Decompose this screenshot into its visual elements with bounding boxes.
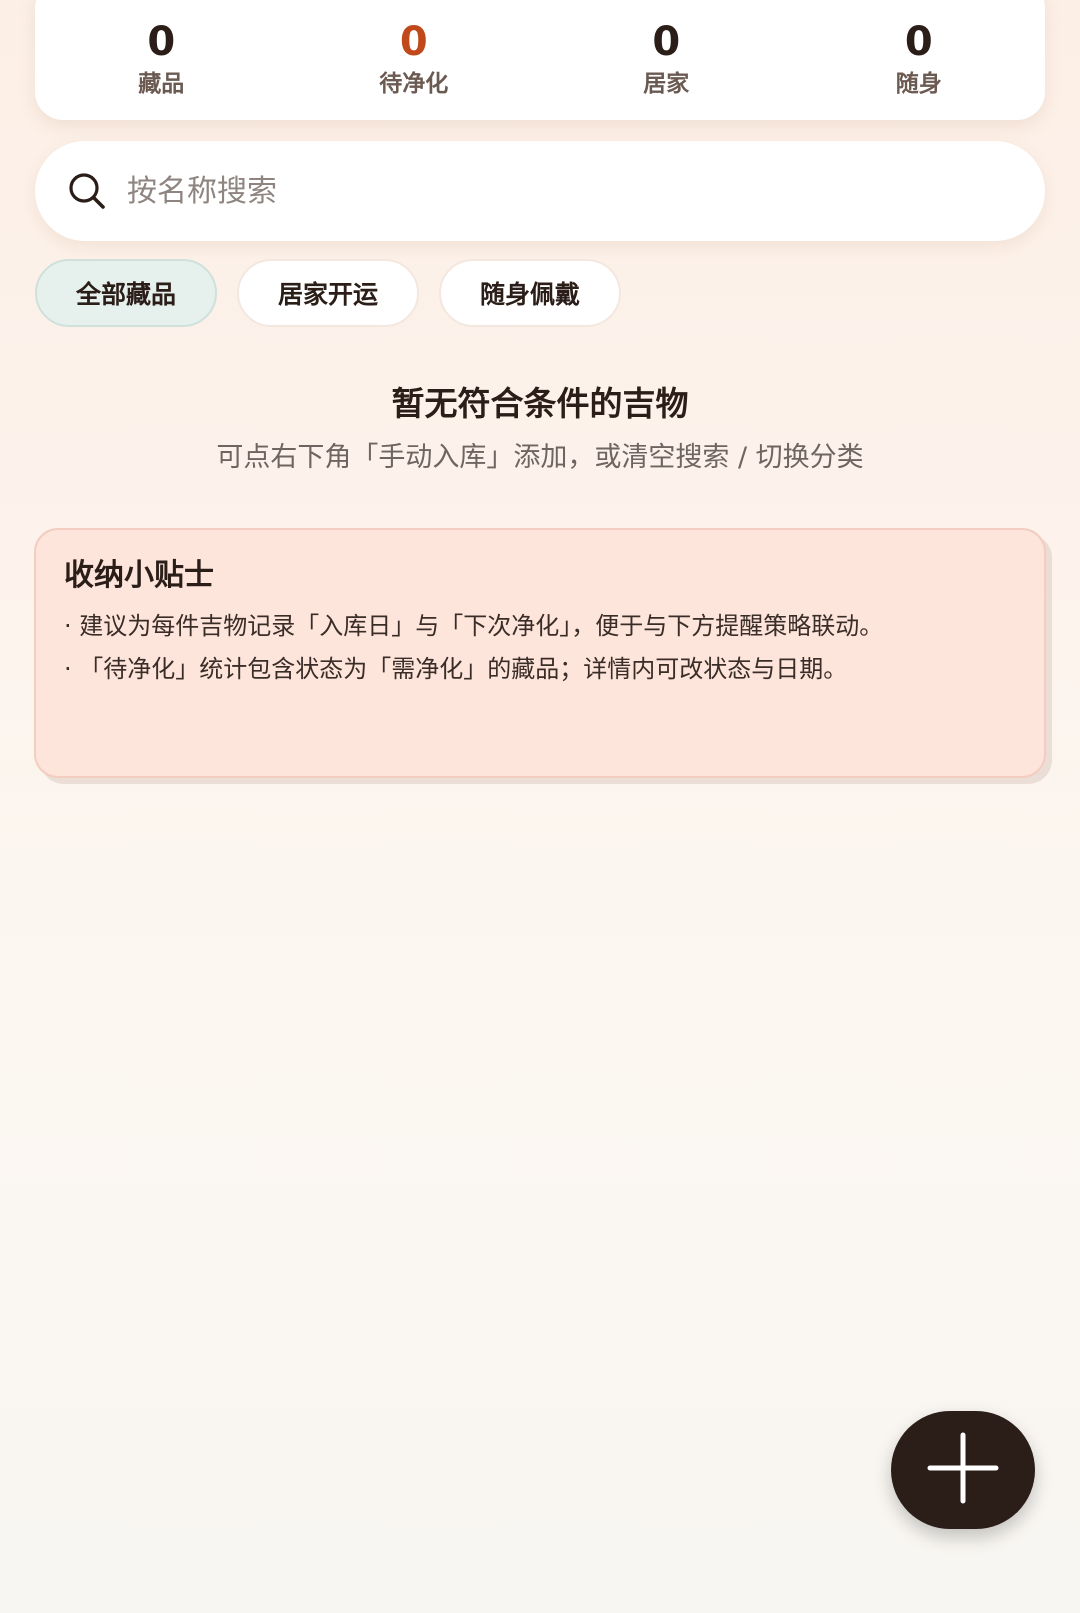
- search-bar[interactable]: [35, 141, 1045, 241]
- stat-pending-purify-label: 待净化: [379, 71, 449, 97]
- stat-carry-value: 0: [904, 19, 933, 65]
- empty-state-subtitle: 可点右下角「手动入库」添加，或清空搜索 / 切换分类: [216, 442, 864, 473]
- stats-summary-card: 0 藏品 0 待净化 0 居家 0 随身: [35, 0, 1045, 120]
- search-icon: [65, 169, 109, 213]
- stat-carry-label: 随身: [895, 71, 942, 97]
- stat-collection-label: 藏品: [138, 71, 185, 97]
- stat-home-value: 0: [652, 19, 681, 65]
- storage-tips-card: 收纳小贴士 · 建议为每件吉物记录「入库日」与「下次净化」，便于与下方提醒策略联…: [34, 528, 1046, 778]
- stat-collection[interactable]: 0 藏品: [35, 20, 288, 98]
- filter-chip-all[interactable]: 全部藏品: [35, 259, 217, 327]
- stat-home[interactable]: 0 居家: [540, 20, 793, 98]
- filter-chip-home[interactable]: 居家开运: [237, 259, 419, 327]
- stat-carry[interactable]: 0 随身: [793, 20, 1046, 98]
- stat-collection-value: 0: [147, 19, 176, 65]
- tip-item: · 建议为每件吉物记录「入库日」与「下次净化」，便于与下方提醒策略联动。: [64, 612, 884, 640]
- category-filter-bar: 全部藏品 居家开运 随身佩戴: [35, 259, 621, 327]
- empty-state-title: 暂无符合条件的吉物: [391, 384, 689, 423]
- add-item-fab-button[interactable]: [891, 1411, 1035, 1529]
- search-input[interactable]: [127, 173, 947, 209]
- tip-item: · 「待净化」统计包含状态为「需净化」的藏品；详情内可改状态与日期。: [64, 655, 848, 683]
- tips-title: 收纳小贴士: [64, 558, 214, 593]
- stat-pending-purify-value: 0: [399, 19, 428, 65]
- filter-chip-carry[interactable]: 随身佩戴: [439, 259, 621, 327]
- plus-icon: [926, 1431, 1000, 1509]
- stat-home-label: 居家: [643, 71, 690, 97]
- stat-pending-purify[interactable]: 0 待净化: [288, 20, 541, 98]
